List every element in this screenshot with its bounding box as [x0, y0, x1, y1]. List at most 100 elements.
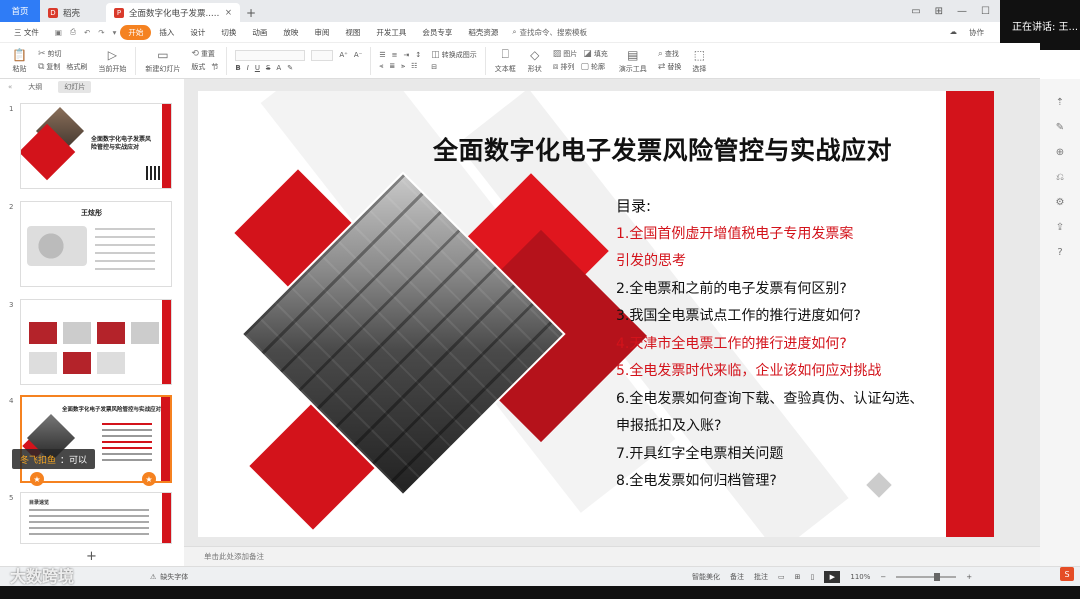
strikethrough-button[interactable]: S	[266, 64, 270, 72]
outline-button[interactable]: ▢ 轮廓	[581, 62, 606, 72]
zoom-in-button[interactable]: +	[966, 573, 972, 581]
shrink-font-icon[interactable]: A⁻	[354, 51, 362, 59]
menu-transition[interactable]: 切换	[213, 27, 244, 38]
menu-view[interactable]: 视图	[337, 27, 368, 38]
italic-button[interactable]: I	[247, 64, 249, 72]
layout-button[interactable]: 版式	[191, 62, 205, 72]
menu-design[interactable]: 设计	[182, 27, 213, 38]
fill-button[interactable]: ◪ 填充	[583, 49, 608, 59]
animation-star-icon[interactable]: ★	[30, 472, 44, 486]
convert-smartart-button[interactable]: ◫ 转换成图示	[431, 50, 477, 60]
notes-toggle-button[interactable]: 备注	[730, 572, 744, 582]
align-center-icon[interactable]: ≣	[389, 62, 395, 70]
collapse-panel-icon[interactable]: «	[8, 83, 12, 91]
slide-thumbnail-5[interactable]: 目录速览	[20, 492, 172, 544]
bullets-icon[interactable]: ☰	[379, 51, 385, 59]
menu-animation[interactable]: 动画	[244, 27, 275, 38]
maximize-icon[interactable]: ☐	[981, 6, 990, 17]
menu-developer[interactable]: 开发工具	[368, 27, 414, 38]
shape-button[interactable]: ◇ 形状	[522, 48, 548, 74]
line-spacing-icon[interactable]: ↕	[415, 51, 421, 59]
menu-home[interactable]: 开始	[120, 24, 152, 40]
transition-star-icon[interactable]: ★	[142, 472, 156, 486]
highlight-icon[interactable]: ✎	[287, 64, 293, 72]
share-icon[interactable]: ⇪	[1056, 222, 1064, 233]
select-button[interactable]: ⬚ 选择	[686, 48, 712, 74]
save-icon[interactable]: ▣	[51, 28, 66, 37]
presenter-tools-button[interactable]: ▤ 演示工具	[613, 48, 653, 74]
zoom-out-button[interactable]: −	[880, 573, 886, 581]
minimize-icon[interactable]: —	[957, 6, 967, 17]
bold-button[interactable]: B	[235, 64, 240, 72]
settings-icon[interactable]: ⚙	[1056, 197, 1065, 208]
align-right-icon[interactable]: ⫸	[401, 62, 405, 71]
new-slide-button[interactable]: ▭ 新建幻灯片	[139, 48, 186, 74]
section-button[interactable]: 节	[211, 62, 218, 72]
command-search[interactable]: ⌕ 查找命令、搜索模板	[512, 27, 587, 38]
smart-beautify-button[interactable]: 智能美化	[692, 572, 720, 582]
underline-button[interactable]: U	[255, 64, 260, 72]
reset-button[interactable]: ⟲ 重置	[191, 49, 215, 59]
layout-toggle-icon[interactable]: ▭	[911, 6, 920, 17]
menu-review[interactable]: 审阅	[306, 27, 337, 38]
collaborate-button[interactable]: 协作	[969, 27, 984, 38]
justify-icon[interactable]: ☷	[411, 62, 417, 70]
comments-toggle-button[interactable]: 批注	[754, 572, 768, 582]
file-menu[interactable]: 三 文件	[6, 27, 51, 38]
text-align-icon[interactable]: ⊟	[431, 63, 437, 71]
print-icon[interactable]: ⎙	[66, 27, 80, 37]
current-slide[interactable]: 全面数字化电子发票风险管控与实战应对 目录: 1.全国首例虚开增值税电子专用发票…	[198, 91, 994, 537]
slide-thumbnail-3[interactable]	[20, 299, 172, 385]
replace-button[interactable]: ⇄ 替换	[658, 62, 682, 72]
align-left-icon[interactable]: ⫷	[379, 62, 383, 71]
menu-member[interactable]: 会员专享	[414, 27, 460, 38]
normal-view-icon[interactable]: ▭	[778, 573, 785, 581]
redo-icon[interactable]: ↷	[94, 28, 108, 37]
table-of-contents[interactable]: 目录: 1.全国首例虚开增值税电子专用发票案 引发的思考 2.全电票和之前的电子发票…	[616, 193, 946, 496]
zoom-slider[interactable]	[896, 572, 957, 581]
slide-thumbnail-4[interactable]: 全面数字化电子发票风险管控与实战应对	[20, 395, 172, 483]
textbox-button[interactable]: ⎕ 文本框	[489, 47, 522, 74]
undo-icon[interactable]: ↶	[80, 28, 94, 37]
cloud-sync-icon[interactable]: ☁	[950, 27, 958, 38]
tab-home[interactable]: 首页	[0, 0, 40, 22]
slideshow-play-button[interactable]: ▶	[824, 570, 841, 583]
missing-font-indicator[interactable]: ⚠ 缺失字体	[150, 572, 188, 582]
copy-button[interactable]: ⧉ 复制	[38, 62, 60, 72]
grow-font-icon[interactable]: A⁺	[339, 51, 347, 59]
font-color-icon[interactable]: A	[276, 64, 281, 72]
slide-sorter-icon[interactable]: ⊞	[795, 573, 801, 581]
tab-docer[interactable]: D 稻壳	[40, 3, 106, 22]
tab-current-document[interactable]: P 全面数字化电子发票...应对ppt9.23 ×	[106, 3, 240, 22]
add-slide-button[interactable]: +	[86, 549, 97, 564]
close-tab-icon[interactable]: ×	[225, 8, 232, 18]
cut-button[interactable]: ✂ 剪切	[38, 49, 62, 59]
font-family-select[interactable]	[235, 49, 306, 61]
slide-thumbnail-2[interactable]: 王炫彤	[20, 201, 172, 287]
slide-title[interactable]: 全面数字化电子发票风险管控与实战应对	[433, 131, 892, 167]
tab-outline[interactable]: 大纲	[22, 81, 48, 93]
format-painter-button[interactable]: 格式刷	[66, 62, 87, 72]
play-from-current-button[interactable]: ▷ 当前开始	[92, 48, 132, 74]
more-icon[interactable]: ▾	[109, 28, 121, 37]
paste-button[interactable]: 📋 粘贴	[6, 48, 33, 74]
find-button[interactable]: ⌕ 查找	[658, 49, 679, 59]
notes-pane[interactable]: 单击此处添加备注	[184, 546, 1040, 566]
tab-slides[interactable]: 幻灯片	[58, 81, 92, 93]
grid-view-icon[interactable]: ⊞	[935, 6, 943, 17]
help-icon[interactable]: ?	[1057, 247, 1062, 258]
menu-insert[interactable]: 插入	[151, 27, 182, 38]
picture-button[interactable]: ▨ 图片	[553, 49, 578, 59]
font-size-select[interactable]	[311, 49, 334, 61]
indent-icon[interactable]: ⇥	[404, 51, 410, 59]
menu-slideshow[interactable]: 放映	[275, 27, 306, 38]
backup-icon[interactable]: ⎌	[1056, 172, 1064, 183]
numbering-icon[interactable]: ≡	[392, 51, 398, 59]
zoom-level[interactable]: 110%	[850, 573, 870, 581]
arrange-button[interactable]: ⧈ 排列	[553, 62, 575, 72]
design-icon[interactable]: ✎	[1056, 122, 1064, 133]
animation-icon[interactable]: ⊕	[1056, 147, 1064, 158]
menu-docer[interactable]: 稻壳资源	[460, 27, 506, 38]
slide-thumbnail-1[interactable]: 全面数字化电子发票风险管控与实战应对	[20, 103, 172, 189]
reading-view-icon[interactable]: ▯	[811, 573, 815, 581]
